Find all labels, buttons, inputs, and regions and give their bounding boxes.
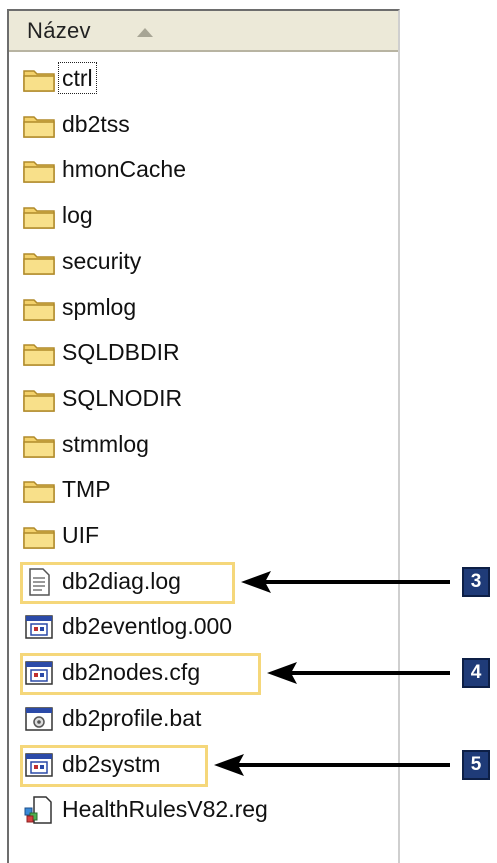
file-name-label: HealthRulesV82.reg xyxy=(62,796,268,823)
file-name-label: SQLNODIR xyxy=(62,384,183,411)
file-row[interactable]: SQLNODIR xyxy=(10,377,380,417)
callout-badge: 4 xyxy=(462,658,490,689)
file-row[interactable]: log xyxy=(10,194,380,234)
folder-icon xyxy=(22,476,56,504)
file-name-label: db2eventlog.000 xyxy=(62,613,233,640)
file-name-label: spmlog xyxy=(62,293,137,320)
file-row[interactable]: UIF xyxy=(10,514,380,554)
file-row[interactable]: db2tss xyxy=(10,103,380,143)
callout-badge: 3 xyxy=(462,566,490,597)
file-name-label: SQLDBDIR xyxy=(62,339,180,366)
column-header-label: Název xyxy=(27,18,91,43)
file-name-label: TMP xyxy=(62,476,111,503)
folder-icon xyxy=(22,294,56,322)
file-name-label: UIF xyxy=(62,522,100,548)
folder-icon xyxy=(22,156,56,184)
callout-arrow xyxy=(214,753,450,776)
file-name-label: security xyxy=(62,247,142,274)
file-row[interactable]: security xyxy=(10,240,380,280)
file-row[interactable]: hmonCache xyxy=(10,148,380,188)
sort-ascending-icon xyxy=(137,28,153,37)
file-row[interactable]: TMP xyxy=(10,468,380,508)
folder-icon xyxy=(22,65,56,93)
callout-arrow xyxy=(241,570,450,593)
file-row[interactable]: db2profile.bat xyxy=(10,697,380,737)
file-name-label: stmmlog xyxy=(62,430,149,457)
folder-icon xyxy=(22,339,56,367)
file-name-label: ctrl xyxy=(58,62,97,94)
file-row[interactable]: db2eventlog.000 xyxy=(10,605,380,645)
folder-icon xyxy=(22,522,56,550)
file-name-label: hmonCache xyxy=(62,156,187,183)
file-row[interactable]: spmlog xyxy=(10,286,380,326)
file-name-label: log xyxy=(62,202,93,229)
file-row[interactable]: SQLDBDIR xyxy=(10,331,380,371)
batch-file-icon xyxy=(22,705,56,733)
callout-arrow xyxy=(267,662,450,685)
folder-icon xyxy=(22,111,56,139)
file-row[interactable]: ctrl xyxy=(10,57,380,97)
callout-badge: 5 xyxy=(462,749,490,780)
file-row[interactable]: stmmlog xyxy=(10,423,380,463)
registry-file-icon xyxy=(22,796,56,824)
system-file-icon xyxy=(22,613,56,641)
column-header-name[interactable]: Název xyxy=(9,11,398,52)
file-name-label: db2profile.bat xyxy=(62,704,202,731)
file-name-label: db2tss xyxy=(62,110,130,137)
folder-icon xyxy=(22,248,56,276)
folder-icon xyxy=(22,202,56,230)
folder-icon xyxy=(22,385,56,413)
folder-icon xyxy=(22,431,56,459)
file-row[interactable]: HealthRulesV82.reg xyxy=(10,788,380,828)
